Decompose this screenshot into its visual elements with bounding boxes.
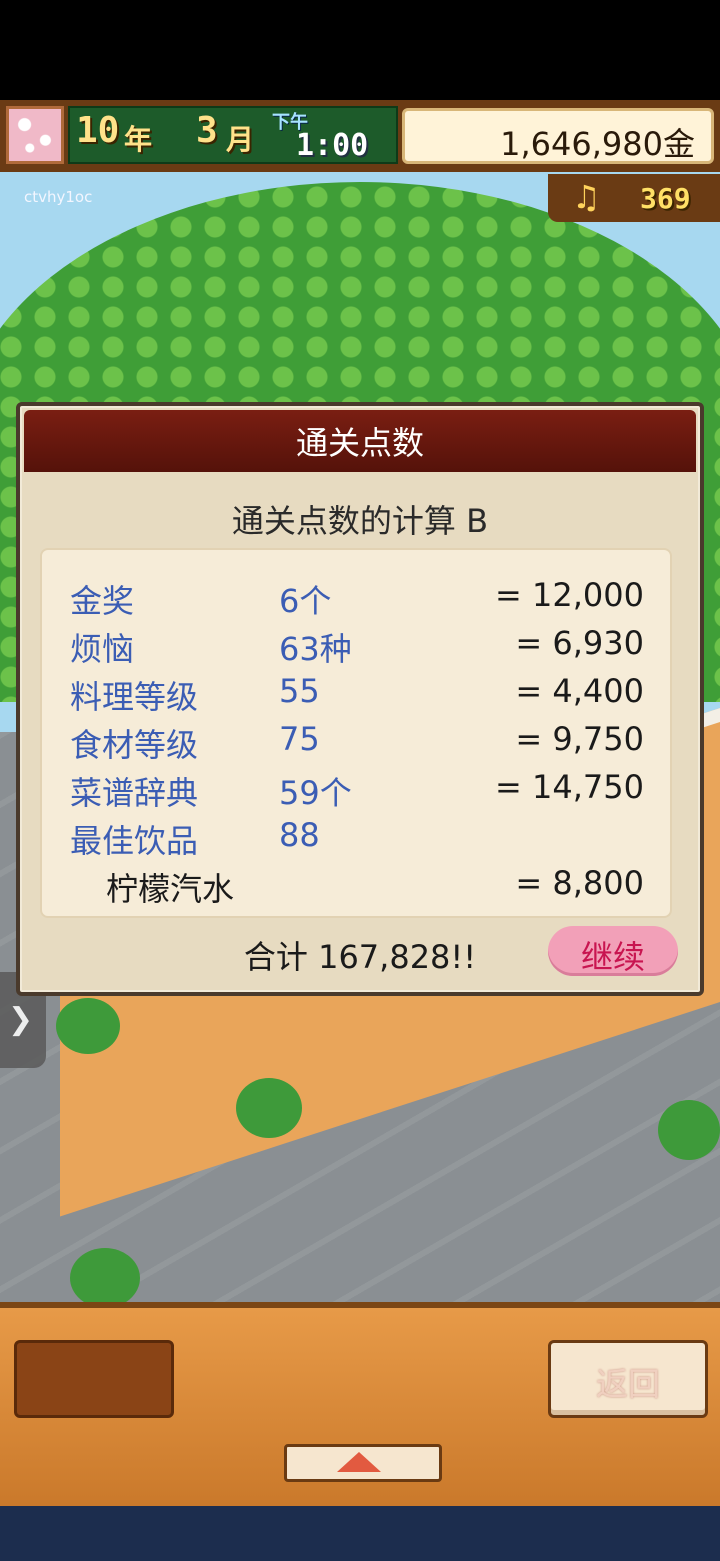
money-amount: 1,646,980金 [500,125,695,163]
best-drink-name: 柠檬汽水 [106,870,235,908]
money-panel: 1,646,980金 [402,108,714,164]
tree [658,1100,720,1160]
score-count: 6个 [279,582,332,620]
tree [236,1078,302,1138]
score-row: 最佳饮品 88 [40,816,672,864]
score-count: 88 [279,816,320,854]
dialog-subtitle: 通关点数的计算 B [231,502,489,540]
score-value: = 4,400 [515,672,644,710]
back-label: 返回 [595,1365,660,1403]
player-avatar[interactable] [6,106,64,164]
music-note-icon: ♫ [572,178,601,216]
score-value: = 14,750 [495,768,644,806]
score-value: = 6,930 [515,624,644,662]
system-nav-bar [0,1506,720,1561]
score-count: 59个 [279,774,352,812]
score-value: = 12,000 [495,576,644,614]
month-number: 3 [196,110,218,151]
score-count: 63种 [279,630,352,668]
triangle-up-icon [337,1452,381,1472]
continue-button[interactable]: 继续 [548,926,678,976]
year-label: 年 [124,123,153,156]
score-row: 金奖 6个 = 12,000 [40,576,672,624]
chevron-right-icon: ❯ [8,1002,34,1037]
best-drink-value: = 8,800 [515,864,644,902]
score-count: 75 [279,720,320,758]
score-row: 菜谱辞典 59个 = 14,750 [40,768,672,816]
score-label: 食材等级 [70,726,199,764]
tree [56,998,120,1054]
score-label: 金奖 [70,582,135,620]
back-button[interactable]: 返回 [548,1340,708,1418]
bottom-empty-slot [14,1340,174,1418]
music-points-value: 369 [640,182,691,215]
score-label: 菜谱辞典 [70,774,199,812]
score-row: 料理等级 55 = 4,400 [40,672,672,720]
year-number: 10 [76,110,120,151]
score-value: = 9,750 [515,720,644,758]
score-count: 55 [279,672,320,710]
continue-label: 继续 [580,938,645,976]
tree [70,1248,140,1302]
score-label: 料理等级 [70,678,199,716]
score-label: 烦恼 [70,630,135,668]
watermark-text: ctvhy1oc [24,188,93,206]
month-label: 月 [226,123,255,156]
score-label: 最佳饮品 [70,822,199,860]
dialog-title: 通关点数 [295,424,424,462]
clock-time: 1:00 [296,128,369,163]
top-blank-area [0,0,720,100]
score-row: 食材等级 75 = 9,750 [40,720,672,768]
score-row: 烦恼 63种 = 6,930 [40,624,672,672]
